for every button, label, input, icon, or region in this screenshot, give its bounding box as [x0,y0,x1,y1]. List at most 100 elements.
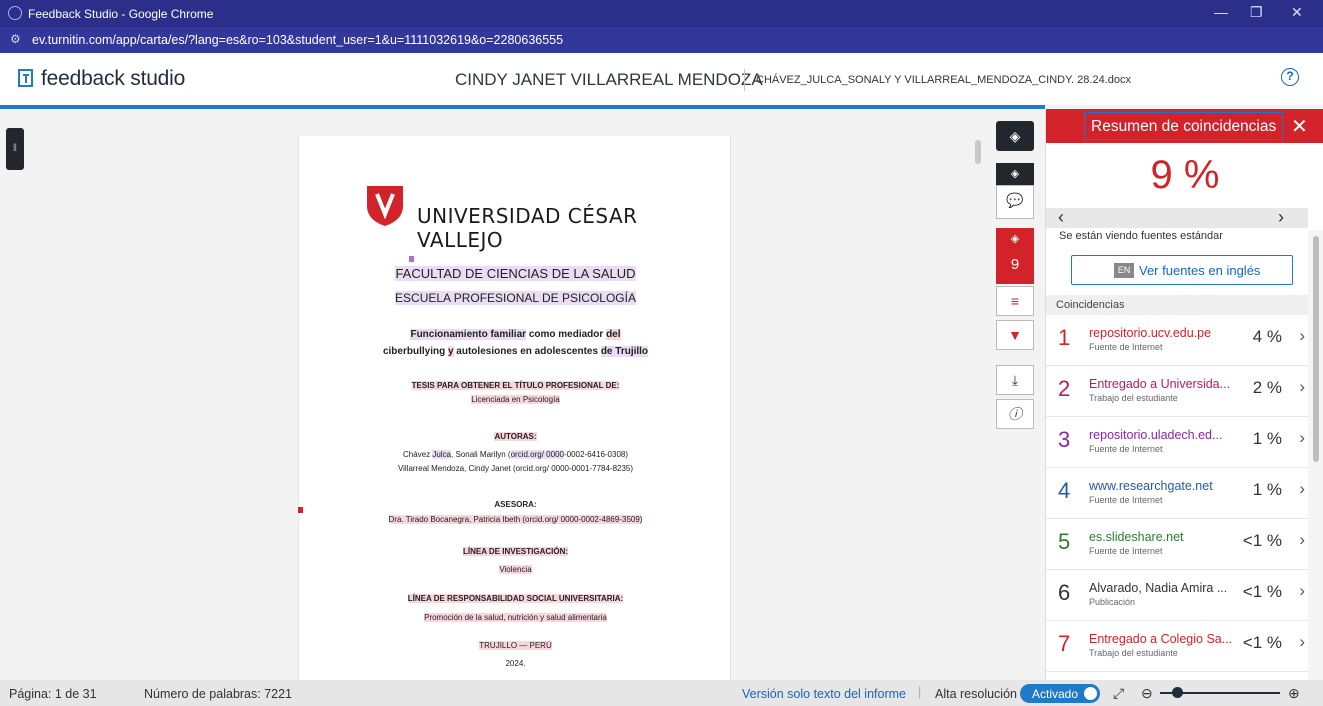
faculty-heading: FACULTAD DE CIENCIAS DE LA SALUD [395,266,636,281]
match-source[interactable]: Entregado a Universida... [1089,377,1230,391]
research-line: Violencia [499,565,532,574]
match-percent: 2 % [1252,378,1282,397]
match-source[interactable]: www.researchgate.net [1089,479,1213,493]
year: 2024. [505,659,526,668]
zoom-out-icon[interactable]: ⊖ [1141,685,1153,702]
panel-nav: ‹ › [1046,207,1308,228]
match-source[interactable]: Entregado a Colegio Sa... [1089,632,1232,646]
turnitin-logo-icon [18,69,33,87]
match-number: 6 [1058,580,1071,605]
info-icon[interactable]: ⓘ [996,399,1034,429]
header-divider [744,69,745,91]
chevron-right-icon[interactable]: › [1299,428,1305,448]
match-row[interactable]: 4 www.researchgate.net Fuente de Internet 1… [1046,468,1308,519]
match-type: Fuente de Internet [1089,342,1163,352]
match-number: 4 [1058,478,1071,503]
match-source[interactable]: es.slideshare.net [1089,530,1184,544]
filter-icon[interactable]: ▼ [996,320,1034,350]
match-marker[interactable] [408,256,414,262]
matches-header: Coincidencias [1046,295,1308,315]
chevron-right-icon[interactable]: › [1299,530,1305,550]
match-row[interactable]: 3 repositorio.uladech.ed... Fuente de Inte… [1046,417,1308,468]
chevron-right-icon[interactable]: › [1299,377,1305,397]
advisor: Dra. Tirado Bocanegra, Patricia Ibeth (o… [388,515,643,524]
match-source[interactable]: repositorio.uladech.ed... [1089,428,1222,442]
match-type: Fuente de Internet [1089,444,1163,454]
match-percent: 4 % [1252,327,1282,346]
tool-column: ◈ ◈ 💬 ◈ 9 ≡ ▼ ⤓ ⓘ [996,109,1036,680]
logo-text: feedback studio [41,67,186,90]
chevron-right-icon[interactable]: › [1278,207,1284,228]
panel-scrollbar[interactable] [1308,230,1323,680]
match-number: 3 [1058,427,1071,452]
browser-title-bar: Feedback Studio - Google Chrome — ❐ ✕ [0,0,1323,27]
layer-toggle-icon[interactable]: ◈ [996,163,1034,185]
match-percent: 1 % [1252,480,1282,499]
word-count: Número de palabras: 7221 [144,687,293,701]
match-source[interactable]: Alvarado, Nadia Amira ... [1089,581,1227,595]
text-only-link[interactable]: Versión solo texto del informe [742,687,906,701]
file-name: CHÁVEZ_JULCA_SONALY Y VILLARREAL_MENDOZA… [756,74,1131,86]
comment-icon[interactable]: 💬 [996,185,1034,219]
side-drawer-handle[interactable]: ‖ [6,128,24,170]
restore-icon[interactable]: ❐ [1250,4,1263,21]
match-marker[interactable] [298,507,303,513]
english-sources-button[interactable]: EN Ver fuentes en inglés [1071,255,1293,285]
window-title: Feedback Studio - Google Chrome [28,7,214,21]
chevron-right-icon[interactable]: › [1299,326,1305,346]
university-name: UNIVERSIDAD CÉSAR VALLEJO [417,204,638,252]
zoom-slider-knob[interactable] [1172,687,1183,698]
close-panel-icon[interactable]: ✕ [1291,114,1308,139]
match-number: 1 [1058,325,1071,350]
match-row[interactable]: 2 Entregado a Universida... Trabajo del es… [1046,366,1308,417]
match-type: Trabajo del estudiante [1089,393,1178,403]
match-source[interactable]: repositorio.ucv.edu.pe [1089,326,1211,340]
url-text[interactable]: ev.turnitin.com/app/carta/es/?lang=es&ro… [32,33,563,47]
similarity-count[interactable]: 9 [996,250,1034,284]
panel-header: Resumen de coincidencias ✕ [1046,109,1323,143]
fullscreen-icon[interactable]: ⤢ [1113,685,1124,702]
status-divider: | [918,685,922,699]
city: TRUJILLO — PERÚ [479,641,552,650]
panel-title: Resumen de coincidencias [1084,112,1284,140]
minimize-icon[interactable]: — [1214,4,1228,20]
address-bar[interactable]: ⚙ ev.turnitin.com/app/carta/es/?lang=es&… [0,27,1323,53]
similarity-layer-icon[interactable]: ◈ [996,228,1034,250]
page-indicator[interactable]: Página: 1 de 31 [9,687,97,701]
chrome-profile-icon [8,6,22,20]
chevron-right-icon[interactable]: › [1299,581,1305,601]
match-row[interactable]: 7 Entregado a Colegio Sa... Trabajo del es… [1046,621,1308,672]
match-row[interactable]: 1 repositorio.ucv.edu.pe Fuente de Interne… [1046,315,1308,366]
english-badge: EN [1114,263,1134,278]
match-percent: <1 % [1242,633,1282,652]
chevron-left-icon[interactable]: ‹ [1058,207,1064,228]
match-row[interactable]: 6 Alvarado, Nadia Amira ... Publicación <1 … [1046,570,1308,621]
help-icon[interactable]: ? [1281,68,1299,86]
match-overview-icon[interactable]: ≡ [996,286,1034,316]
school-heading: ESCUELA PROFESIONAL DE PSICOLOGÍA [395,291,636,305]
document-scrollbar[interactable] [975,140,981,164]
match-percent: <1 % [1242,582,1282,601]
zoom-in-icon[interactable]: ⊕ [1288,685,1300,702]
close-window-icon[interactable]: ✕ [1291,4,1303,21]
chevron-right-icon[interactable]: › [1299,479,1305,499]
viewing-sources-text: Se están viendo fuentes estándar [1059,230,1223,242]
document-page: UNIVERSIDAD CÉSAR VALLEJO FACULTAD DE CI… [298,136,731,680]
thesis-label: TESIS PARA OBTENER EL TÍTULO PROFESIONAL… [411,381,620,390]
social-line-label: LÍNEA DE RESPONSABILIDAD SOCIAL UNIVERSI… [407,594,624,603]
high-res-state: Activado [1032,687,1079,701]
site-settings-icon[interactable]: ⚙ [10,32,26,48]
match-type: Publicación [1089,597,1136,607]
match-percent: 1 % [1252,429,1282,448]
chevron-right-icon[interactable]: › [1299,632,1305,652]
social-line: Promoción de la salud, nutrición y salud… [424,613,607,622]
match-percent: <1 % [1242,531,1282,550]
match-row[interactable]: 5 es.slideshare.net Fuente de Internet <1 %… [1046,519,1308,570]
match-type: Fuente de Internet [1089,546,1163,556]
university-shield-icon [367,186,403,226]
degree: Licenciada en Psicología [471,395,560,404]
high-res-toggle[interactable]: Activado [1020,684,1100,703]
download-icon[interactable]: ⤓ [996,365,1034,395]
layers-icon[interactable]: ◈ [996,121,1034,151]
app-header: feedback studio CINDY JANET VILLARREAL M… [0,53,1323,105]
